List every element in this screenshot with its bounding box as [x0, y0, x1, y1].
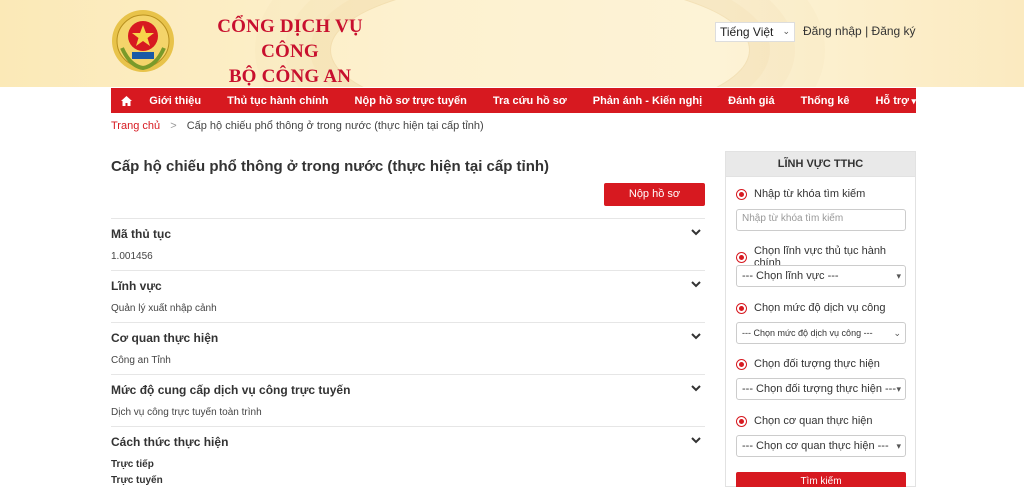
section-value: Quản lý xuất nhập cảnh — [111, 303, 217, 314]
section-label: Mã thủ tục — [111, 227, 171, 241]
level-select-value: --- Chọn mức độ dịch vụ công --- — [742, 328, 873, 338]
login-link[interactable]: Đăng nhập — [803, 24, 862, 38]
nav-item-nop-ho-so[interactable]: Nộp hồ sơ trực tuyến — [355, 95, 467, 107]
section-label: Mức độ cung cấp dịch vụ công trực tuyến — [111, 383, 351, 397]
section-co-quan-thuc-hien[interactable]: Cơ quan thực hiện Công an Tỉnh — [111, 322, 705, 374]
chevron-down-icon[interactable] — [690, 278, 702, 290]
home-icon — [120, 95, 132, 106]
section-value: Dịch vụ công trực tuyến toàn trình — [111, 407, 262, 418]
language-select[interactable]: Tiếng Việt ⌄ — [715, 22, 795, 42]
language-value: Tiếng Việt — [720, 25, 774, 39]
main-nav: Giới thiệu Thủ tục hành chính Nộp hồ sơ … — [111, 88, 916, 113]
radio-label: Chọn mức độ dịch vụ công — [754, 302, 886, 314]
chevron-down-icon: ▾ — [896, 384, 901, 394]
site-title-line2: BỘ CÔNG AN — [228, 66, 352, 87]
police-emblem-logo[interactable] — [110, 8, 176, 74]
radio-checked-icon[interactable] — [736, 415, 747, 427]
radio-checked-icon[interactable] — [736, 188, 747, 200]
nav-item-tra-cuu-ho-so[interactable]: Tra cứu hồ sơ — [493, 95, 567, 107]
radio-subject[interactable]: Chọn đối tượng thực hiện — [736, 358, 880, 370]
field-select-value: --- Chọn lĩnh vực --- — [742, 270, 839, 282]
nav-item-gioi-thieu[interactable]: Giới thiệu — [149, 95, 201, 107]
section-cach-thuc-thuc-hien[interactable]: Cách thức thực hiện Trực tiếp Trực tuyến — [111, 426, 705, 487]
breadcrumb-current: Cấp hộ chiếu phổ thông ở trong nước (thự… — [186, 120, 484, 132]
nav-home[interactable] — [115, 95, 137, 106]
radio-agency[interactable]: Chọn cơ quan thực hiện — [736, 415, 873, 427]
radio-checked-icon[interactable] — [736, 358, 747, 370]
chevron-down-icon: ▾ — [896, 271, 901, 281]
nav-item-ho-tro[interactable]: Hỗ trợ — [875, 95, 916, 107]
chevron-down-icon: ▾ — [896, 441, 901, 451]
chevron-down-icon: ⌄ — [782, 26, 790, 36]
chevron-down-icon[interactable] — [690, 330, 702, 342]
nav-item-thu-tuc-hanh-chinh[interactable]: Thủ tục hành chính — [227, 95, 328, 107]
filter-sidebar: LĨNH VỰC TTHC Nhập từ khóa tìm kiếm Nhập… — [725, 151, 916, 487]
section-label: Cách thức thực hiện — [111, 435, 229, 449]
radio-label: Chọn đối tượng thực hiện — [754, 358, 880, 370]
nav-item-thong-ke[interactable]: Thống kê — [801, 95, 850, 107]
auth-separator: | — [865, 24, 869, 38]
auth-links: Đăng nhập | Đăng ký — [803, 24, 916, 38]
level-select[interactable]: --- Chọn mức độ dịch vụ công --- ⌄ — [736, 322, 906, 344]
sidebar-title: LĨNH VỰC TTHC — [726, 152, 915, 177]
register-link[interactable]: Đăng ký — [872, 24, 916, 38]
radio-level[interactable]: Chọn mức độ dịch vụ công — [736, 302, 886, 314]
submit-application-button[interactable]: Nộp hồ sơ — [604, 183, 705, 206]
field-select[interactable]: --- Chọn lĩnh vực --- ▾ — [736, 265, 906, 287]
header-background-pattern — [330, 0, 750, 87]
nav-item-danh-gia[interactable]: Đánh giá — [728, 95, 774, 107]
section-label: Cơ quan thực hiện — [111, 331, 219, 345]
page-title: Cấp hộ chiếu phổ thông ở trong nước (thự… — [111, 158, 550, 175]
search-button[interactable]: Tìm kiếm — [736, 472, 906, 487]
breadcrumb-separator: > — [170, 120, 177, 132]
keyword-search-input[interactable]: Nhập từ khóa tìm kiếm — [736, 209, 906, 231]
breadcrumb-home[interactable]: Trang chủ — [111, 120, 160, 132]
radio-keyword[interactable]: Nhập từ khóa tìm kiếm — [736, 188, 865, 200]
breadcrumb: Trang chủ > Cấp hộ chiếu phổ thông ở tro… — [111, 120, 484, 132]
subject-select-value: --- Chọn đối tượng thực hiện --- — [742, 383, 896, 395]
chevron-down-icon: ⌄ — [893, 328, 901, 338]
chevron-down-icon[interactable] — [690, 226, 702, 238]
section-value: 1.001456 — [111, 251, 153, 262]
section-label: Lĩnh vực — [111, 279, 162, 293]
nav-item-phan-anh-kien-nghi[interactable]: Phản ánh - Kiến nghị — [593, 95, 702, 107]
chevron-down-icon[interactable] — [690, 434, 702, 446]
radio-label: Nhập từ khóa tìm kiếm — [754, 188, 866, 200]
site-title-line1: CỔNG DỊCH VỤ CÔNG — [217, 16, 363, 62]
agency-select-value: --- Chọn cơ quan thực hiện --- — [742, 440, 889, 452]
chevron-down-icon[interactable] — [690, 382, 702, 394]
section-muc-do-dich-vu[interactable]: Mức độ cung cấp dịch vụ công trực tuyến … — [111, 374, 705, 426]
radio-checked-icon[interactable] — [736, 251, 747, 263]
section-ma-thu-tuc[interactable]: Mã thủ tục 1.001456 — [111, 218, 705, 270]
site-header: CỔNG DỊCH VỤ CÔNG BỘ CÔNG AN Tiếng Việt … — [0, 0, 1024, 87]
subject-select[interactable]: --- Chọn đối tượng thực hiện --- ▾ — [736, 378, 906, 400]
site-title: CỔNG DỊCH VỤ CÔNG BỘ CÔNG AN — [190, 14, 390, 87]
radio-label: Chọn cơ quan thực hiện — [754, 415, 873, 427]
section-value: Trực tiếp — [111, 459, 154, 470]
radio-checked-icon[interactable] — [736, 302, 747, 314]
agency-select[interactable]: --- Chọn cơ quan thực hiện --- ▾ — [736, 435, 906, 457]
section-linh-vuc[interactable]: Lĩnh vực Quản lý xuất nhập cảnh — [111, 270, 705, 322]
section-value: Trực tuyến — [111, 475, 163, 486]
section-value: Công an Tỉnh — [111, 355, 171, 366]
